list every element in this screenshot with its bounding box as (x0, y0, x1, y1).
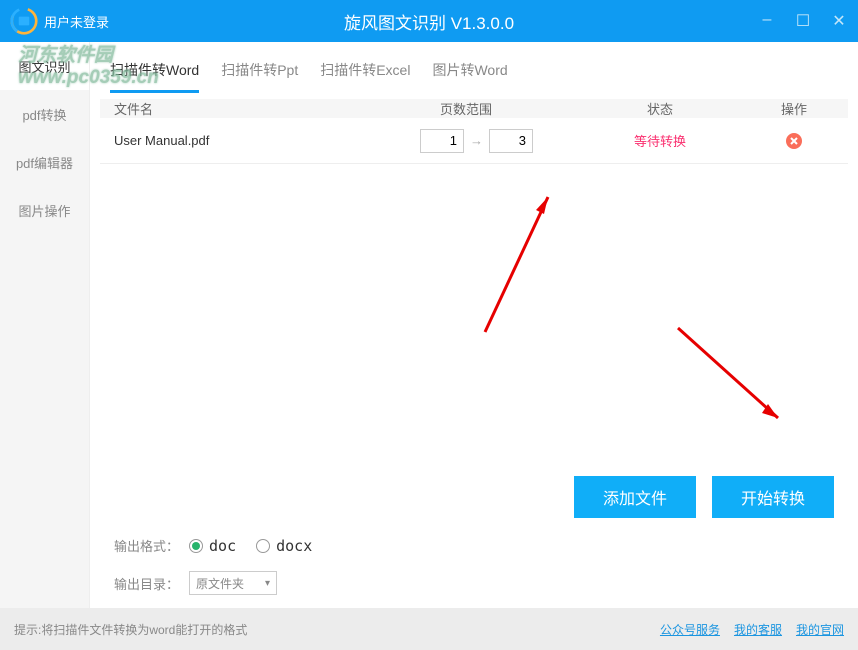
minimize-button[interactable]: – (758, 11, 776, 31)
range-arrow-icon: → (470, 133, 483, 148)
main-panel: 扫描件转Word 扫描件转Ppt 扫描件转Excel 图片转Word 文件名 页… (90, 42, 858, 608)
tabs: 扫描件转Word 扫描件转Ppt 扫描件转Excel 图片转Word (100, 42, 848, 93)
link-official[interactable]: 我的官网 (796, 621, 844, 638)
sidebar-item-image-ops[interactable]: 图片操作 (0, 186, 89, 234)
link-wechat[interactable]: 公众号服务 (660, 621, 720, 638)
options-panel: 输出格式： doc docx 输出目录： 原文件夹 ▾ (100, 518, 848, 611)
link-support[interactable]: 我的客服 (734, 621, 782, 638)
file-name: User Manual.pdf (100, 133, 420, 148)
tab-scan-to-excel[interactable]: 扫描件转Excel (320, 60, 410, 93)
output-dir-select[interactable]: 原文件夹 ▾ (189, 571, 277, 595)
page-to-input[interactable] (489, 129, 533, 153)
sidebar-item-pdf-convert[interactable]: pdf转换 (0, 90, 89, 138)
add-file-button[interactable]: 添加文件 (574, 476, 696, 518)
sidebar-item-ocr[interactable]: 图文识别 (0, 42, 89, 90)
col-header-status: 状态 (580, 99, 740, 118)
statusbar: 提示:将扫描件文件转换为word能打开的格式 公众号服务 我的客服 我的官网 (0, 608, 858, 650)
start-convert-button[interactable]: 开始转换 (712, 476, 834, 518)
action-bar: 添加文件 开始转换 (100, 458, 848, 518)
app-title: 旋风图文识别 V1.3.0.0 (344, 9, 514, 34)
tab-scan-to-ppt[interactable]: 扫描件转Ppt (221, 60, 298, 93)
file-status: 等待转换 (580, 131, 740, 150)
radio-icon (256, 539, 270, 553)
app-logo (10, 7, 38, 35)
col-header-name: 文件名 (100, 99, 420, 118)
close-button[interactable]: ✕ (830, 11, 848, 31)
list-header: 文件名 页数范围 状态 操作 (100, 99, 848, 118)
radio-icon (189, 539, 203, 553)
output-format-label: 输出格式： (114, 536, 179, 555)
output-dir-label: 输出目录： (114, 574, 179, 593)
tab-scan-to-word[interactable]: 扫描件转Word (110, 60, 199, 93)
page-from-input[interactable] (420, 129, 464, 153)
col-header-action: 操作 (740, 99, 848, 118)
close-icon (790, 137, 798, 145)
table-row: User Manual.pdf → 等待转换 (100, 118, 848, 164)
sidebar: 图文识别 pdf转换 pdf编辑器 图片操作 (0, 42, 90, 608)
delete-row-button[interactable] (786, 133, 802, 149)
tab-image-to-word[interactable]: 图片转Word (432, 60, 507, 93)
sidebar-item-pdf-edit[interactable]: pdf编辑器 (0, 138, 89, 186)
radio-doc[interactable]: doc (189, 537, 236, 555)
col-header-range: 页数范围 (420, 99, 580, 118)
radio-docx[interactable]: docx (256, 537, 312, 555)
caret-down-icon: ▾ (265, 578, 270, 589)
file-list: User Manual.pdf → 等待转换 (100, 118, 848, 458)
hint-text: 提示:将扫描件文件转换为word能打开的格式 (14, 621, 247, 638)
login-status[interactable]: 用户未登录 (44, 12, 109, 31)
titlebar: 用户未登录 旋风图文识别 V1.3.0.0 – ☐ ✕ (0, 0, 858, 42)
maximize-button[interactable]: ☐ (794, 11, 812, 31)
